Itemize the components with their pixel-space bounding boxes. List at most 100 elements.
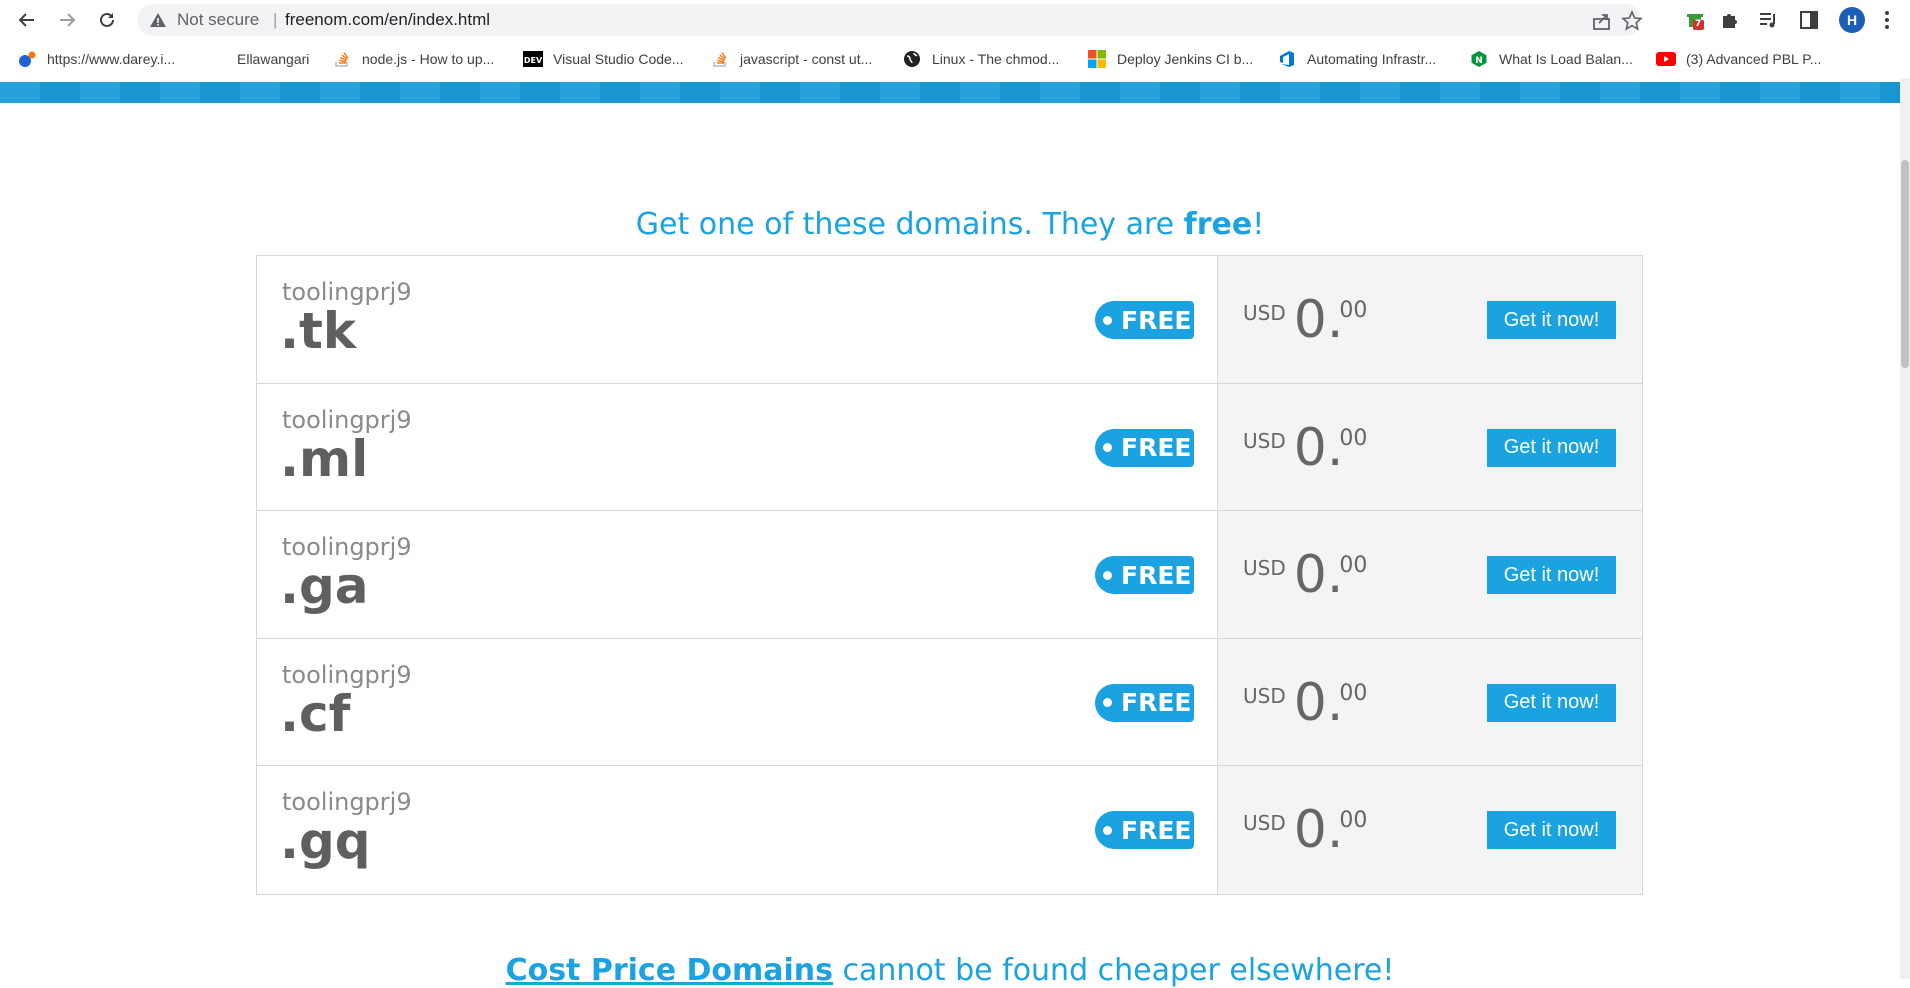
domain-info: toolingprj9 .tk FREE — [257, 256, 1218, 383]
free-badge: FREE — [1095, 556, 1194, 594]
bookmark-label: Automating Infrastr... — [1307, 51, 1437, 67]
domain-row: toolingprj9 .ga FREE USD 0. 00 Get it no… — [257, 511, 1642, 639]
headline-free: free — [1183, 207, 1253, 242]
get-it-now-button[interactable]: Get it now! — [1487, 428, 1616, 467]
price-integer: 0. — [1293, 417, 1344, 478]
svg-text:DEV: DEV — [524, 56, 543, 65]
darey-icon — [17, 49, 37, 69]
free-badge: FREE — [1095, 428, 1194, 467]
bookmark-item[interactable]: Linux - The chmod... — [902, 48, 1059, 70]
price-integer: 0. — [1293, 545, 1344, 605]
bookmark-item[interactable]: DEV Visual Studio Code... — [523, 48, 684, 70]
domain-tld: .tk — [280, 302, 357, 360]
domain-price: USD 0. 00 — [1243, 292, 1367, 348]
bookmark-item[interactable]: N What Is Load Balan... — [1469, 48, 1633, 70]
get-it-now-button[interactable]: Get it now! — [1487, 556, 1616, 594]
free-badge-label: FREE — [1121, 560, 1192, 590]
free-badge: FREE — [1095, 683, 1194, 722]
cost-price-tagline: Cost Price Domains cannot be found cheap… — [0, 953, 1900, 988]
price-currency: USD — [1243, 428, 1286, 453]
bullet-icon — [1103, 315, 1112, 325]
blank-icon — [207, 49, 227, 69]
bookmark-label: node.js - How to up... — [362, 51, 495, 67]
reload-icon[interactable] — [93, 6, 121, 34]
domain-price-panel: USD 0. 00 Get it now! — [1218, 383, 1642, 510]
bookmark-item[interactable]: (3) Advanced PBL P... — [1656, 48, 1821, 70]
more-menu-icon[interactable] — [1875, 8, 1899, 32]
domain-row: toolingprj9 .cf FREE USD 0. 00 Get it no… — [257, 638, 1642, 766]
bookmark-item[interactable]: Deploy Jenkins CI b... — [1087, 48, 1253, 70]
domain-row: toolingprj9 .gq FREE USD 0. 00 Get it no… — [257, 766, 1642, 894]
warning-icon[interactable] — [149, 11, 167, 33]
domain-row: toolingprj9 .ml FREE USD 0. 00 Get it no… — [257, 383, 1642, 511]
bookmark-item[interactable]: https://www.darey.i... — [17, 48, 175, 70]
bookmark-item[interactable]: Ellawangari — [207, 48, 309, 70]
globe-icon — [902, 49, 922, 69]
bookmark-item[interactable]: node.js - How to up... — [332, 48, 494, 70]
domain-price-panel: USD 0. 00 Get it now! — [1218, 766, 1642, 894]
url-separator: | — [273, 10, 278, 29]
bookmark-label: Deploy Jenkins CI b... — [1117, 51, 1254, 67]
domain-price-panel: USD 0. 00 Get it now! — [1218, 511, 1642, 638]
browser-toolbar: Not secure | freenom.com/en/index.html 7… — [0, 0, 1910, 40]
share-icon[interactable] — [1591, 10, 1613, 32]
price-decimal: 00 — [1339, 680, 1368, 706]
free-badge-label: FREE — [1121, 305, 1192, 335]
get-it-now-button[interactable]: Get it now! — [1487, 811, 1616, 849]
price-decimal: 00 — [1339, 425, 1368, 451]
price-integer: 0. — [1293, 672, 1344, 733]
domain-results-table: toolingprj9 .tk FREE USD 0. 00 Get it no… — [256, 255, 1643, 895]
microsoft-icon — [1087, 49, 1107, 69]
domain-row: toolingprj9 .tk FREE USD 0. 00 Get it no… — [257, 256, 1642, 384]
extension-icon[interactable]: 7 — [1683, 8, 1707, 32]
bookmark-label: (3) Advanced PBL P... — [1686, 51, 1822, 67]
domain-tld: .ml — [280, 429, 369, 488]
bookmark-label: Ellawangari — [237, 51, 310, 67]
domain-price: USD 0. 00 — [1243, 420, 1367, 476]
tagline-text: cannot be found cheaper elsewhere! — [833, 953, 1395, 988]
hero-banner — [0, 82, 1900, 103]
bullet-icon — [1103, 698, 1112, 707]
scrollbar-thumb[interactable] — [1901, 160, 1909, 368]
domain-price-panel: USD 0. 00 Get it now! — [1218, 638, 1642, 765]
domain-price: USD 0. 00 — [1243, 675, 1367, 731]
stackoverflow-icon — [332, 49, 352, 69]
address-bar[interactable]: Not secure | freenom.com/en/index.html — [137, 4, 1643, 36]
get-it-now-button[interactable]: Get it now! — [1487, 301, 1616, 339]
forward-arrow-icon[interactable] — [53, 6, 81, 34]
domain-info: toolingprj9 .ga FREE — [257, 511, 1218, 638]
price-currency: USD — [1243, 556, 1286, 580]
star-icon[interactable] — [1621, 10, 1643, 32]
price-decimal: 00 — [1339, 298, 1368, 323]
page-headline: Get one of these domains. They are free! — [0, 207, 1900, 242]
bookmark-item[interactable]: javascript - const ut... — [710, 48, 872, 70]
extension-badge: 7 — [1695, 19, 1702, 29]
free-badge-label: FREE — [1121, 433, 1192, 462]
free-badge: FREE — [1095, 811, 1194, 849]
bookmark-item[interactable]: Automating Infrastr... — [1277, 48, 1436, 70]
back-arrow-icon[interactable] — [13, 6, 41, 34]
dev-icon: DEV — [523, 49, 543, 69]
stackoverflow-icon — [710, 49, 730, 69]
free-badge: FREE — [1095, 301, 1194, 339]
price-integer: 0. — [1293, 290, 1344, 350]
security-label[interactable]: Not secure — [177, 10, 259, 30]
get-it-now-button[interactable]: Get it now! — [1487, 683, 1616, 722]
bullet-icon — [1103, 443, 1112, 452]
price-integer: 0. — [1293, 800, 1344, 860]
nginx-icon: N — [1469, 49, 1489, 69]
bookmarks-bar: https://www.darey.i... Ellawangari node.… — [0, 40, 1910, 78]
free-badge-label: FREE — [1121, 688, 1192, 717]
bookmark-label: Linux - The chmod... — [932, 51, 1060, 67]
cost-price-link[interactable]: Cost Price Domains — [506, 953, 833, 988]
price-decimal: 00 — [1339, 553, 1368, 578]
side-panel-icon[interactable] — [1797, 8, 1821, 32]
domain-price: USD 0. 00 — [1243, 547, 1367, 603]
bullet-icon — [1103, 825, 1112, 835]
url-text[interactable]: freenom.com/en/index.html — [285, 10, 490, 30]
reading-list-icon[interactable] — [1756, 8, 1780, 32]
profile-avatar[interactable]: H — [1839, 7, 1865, 33]
price-decimal: 00 — [1339, 808, 1368, 833]
puzzle-icon[interactable] — [1718, 8, 1742, 32]
headline-text: Get one of these domains. They are — [635, 207, 1184, 242]
